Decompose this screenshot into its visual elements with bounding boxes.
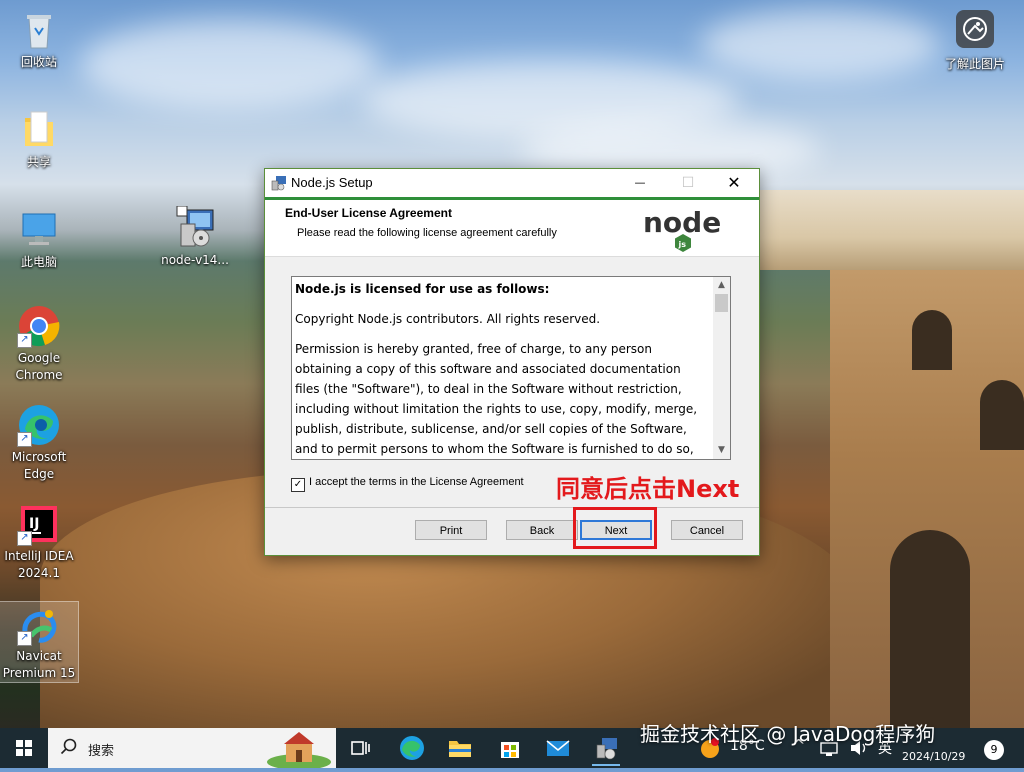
search-placeholder: 搜索 bbox=[88, 744, 115, 759]
desktop-icon-label: 回收站 bbox=[20, 55, 57, 69]
town-buildings bbox=[760, 190, 1024, 270]
page-subtitle: Please read the following license agreem… bbox=[297, 227, 557, 239]
file-explorer-icon[interactable] bbox=[446, 734, 474, 762]
checkbox-checked-icon[interactable]: ✓ bbox=[291, 478, 305, 492]
license-text: Node.js is licensed for use as follows: … bbox=[295, 279, 705, 459]
computer-icon bbox=[17, 208, 61, 252]
camera-icon bbox=[956, 10, 994, 48]
license-scrollbar[interactable]: ▲ ▼ bbox=[713, 277, 730, 459]
desktop-icon-this-pc[interactable]: 此电脑 bbox=[0, 208, 78, 271]
search-icon bbox=[60, 738, 77, 755]
notification-count: 9 bbox=[990, 743, 998, 756]
dialog-header: End-User License Agreement Please read t… bbox=[265, 200, 759, 257]
desktop-icon-navicat[interactable]: ↗ Navicat Premium 15 bbox=[0, 601, 79, 683]
cancel-button[interactable]: Cancel bbox=[671, 520, 743, 540]
shortcut-arrow-icon: ↗ bbox=[17, 531, 32, 546]
shortcut-arrow-icon: ↗ bbox=[17, 333, 32, 348]
scroll-down-icon[interactable]: ▼ bbox=[713, 442, 730, 459]
shortcut-arrow-icon: ↗ bbox=[17, 432, 32, 447]
license-paragraph: Permission is hereby granted, free of ch… bbox=[295, 342, 698, 456]
page-title: End-User License Agreement bbox=[285, 206, 452, 220]
accept-license-checkbox[interactable]: ✓ I accept the terms in the License Agree… bbox=[291, 476, 524, 492]
search-highlight-illustration-icon[interactable] bbox=[266, 730, 332, 770]
windows-logo-icon bbox=[16, 740, 32, 756]
dialog-title: Node.js Setup bbox=[291, 175, 373, 190]
mail-icon[interactable] bbox=[544, 734, 572, 762]
task-view-icon[interactable] bbox=[346, 734, 374, 762]
annotation-highlight-box bbox=[573, 507, 657, 549]
edge-icon: ↗ bbox=[17, 403, 61, 447]
scroll-up-icon[interactable]: ▲ bbox=[713, 277, 730, 294]
start-button[interactable] bbox=[0, 728, 48, 768]
logo-subtext: js bbox=[678, 240, 687, 249]
desktop-icon-recycle-bin[interactable]: 回收站 bbox=[0, 8, 78, 71]
folder-icon bbox=[17, 108, 61, 152]
desktop-icon-label: IntelliJ IDEA 2024.1 bbox=[4, 549, 74, 580]
desktop-icon-chrome[interactable]: ↗ Google Chrome bbox=[0, 304, 78, 384]
accept-label: I accept the terms in the License Agreem… bbox=[309, 476, 524, 488]
shortcut-arrow-icon: ↗ bbox=[17, 631, 32, 646]
scroll-thumb[interactable] bbox=[715, 294, 728, 312]
minimize-button[interactable]: — bbox=[617, 169, 663, 197]
desktop-icon-label: node-v14... bbox=[161, 253, 229, 267]
logo-text: node bbox=[643, 206, 721, 239]
desktop-icon-edge[interactable]: ↗ Microsoft Edge bbox=[0, 403, 78, 483]
divider bbox=[265, 507, 759, 508]
license-paragraph: Copyright Node.js contributors. All righ… bbox=[295, 312, 601, 326]
edge-taskbar-icon[interactable] bbox=[398, 734, 426, 762]
recycle-bin-icon bbox=[17, 8, 61, 52]
desktop-icon-label: Navicat Premium 15 bbox=[2, 649, 76, 680]
back-button[interactable]: Back bbox=[506, 520, 578, 540]
watermark: 掘金技术社区 @ JavaDog程序狗 bbox=[640, 722, 936, 746]
desktop-icon-label: Google Chrome bbox=[15, 351, 63, 382]
desktop-icon-label: 共享 bbox=[26, 155, 51, 169]
desktop-icon-node-installer[interactable]: node-v14... bbox=[156, 205, 234, 269]
desktop-icon-intellij[interactable]: IJ ↗ IntelliJ IDEA 2024.1 bbox=[0, 502, 78, 582]
notification-center-icon[interactable]: 9 bbox=[984, 740, 1004, 760]
svg-text:IJ: IJ bbox=[29, 516, 39, 532]
dialog-titlebar[interactable]: Node.js Setup — ☐ ✕ bbox=[265, 169, 759, 200]
desktop-icon-learn-picture[interactable]: 了解此图片 bbox=[936, 10, 1014, 73]
license-text-box[interactable]: Node.js is licensed for use as follows: … bbox=[291, 276, 731, 460]
chrome-icon: ↗ bbox=[17, 304, 61, 348]
desktop-icon-share-folder[interactable]: 共享 bbox=[0, 108, 78, 171]
desktop-icon-label: 了解此图片 bbox=[944, 57, 1005, 71]
close-button[interactable]: ✕ bbox=[711, 169, 757, 197]
annotation-text: 同意后点击Next bbox=[556, 475, 740, 503]
clock-date[interactable]: 2024/10/29 bbox=[902, 750, 965, 763]
taskbar-search-box[interactable]: 搜索 bbox=[48, 728, 336, 770]
installer-icon bbox=[173, 205, 217, 250]
stone-bridge bbox=[830, 270, 1024, 730]
desktop-icon-label: Microsoft Edge bbox=[11, 450, 67, 481]
store-icon[interactable] bbox=[496, 734, 524, 762]
print-button[interactable]: Print bbox=[415, 520, 487, 540]
maximize-button: ☐ bbox=[681, 175, 695, 191]
navicat-icon: ↗ bbox=[17, 602, 61, 646]
desktop-icon-label: 此电脑 bbox=[20, 255, 57, 269]
nodejs-logo: node js bbox=[643, 202, 727, 252]
installer-taskbar-icon[interactable] bbox=[592, 734, 620, 766]
license-heading: Node.js is licensed for use as follows: bbox=[295, 282, 550, 296]
intellij-icon: IJ ↗ bbox=[17, 502, 61, 546]
installer-app-icon bbox=[271, 175, 287, 191]
